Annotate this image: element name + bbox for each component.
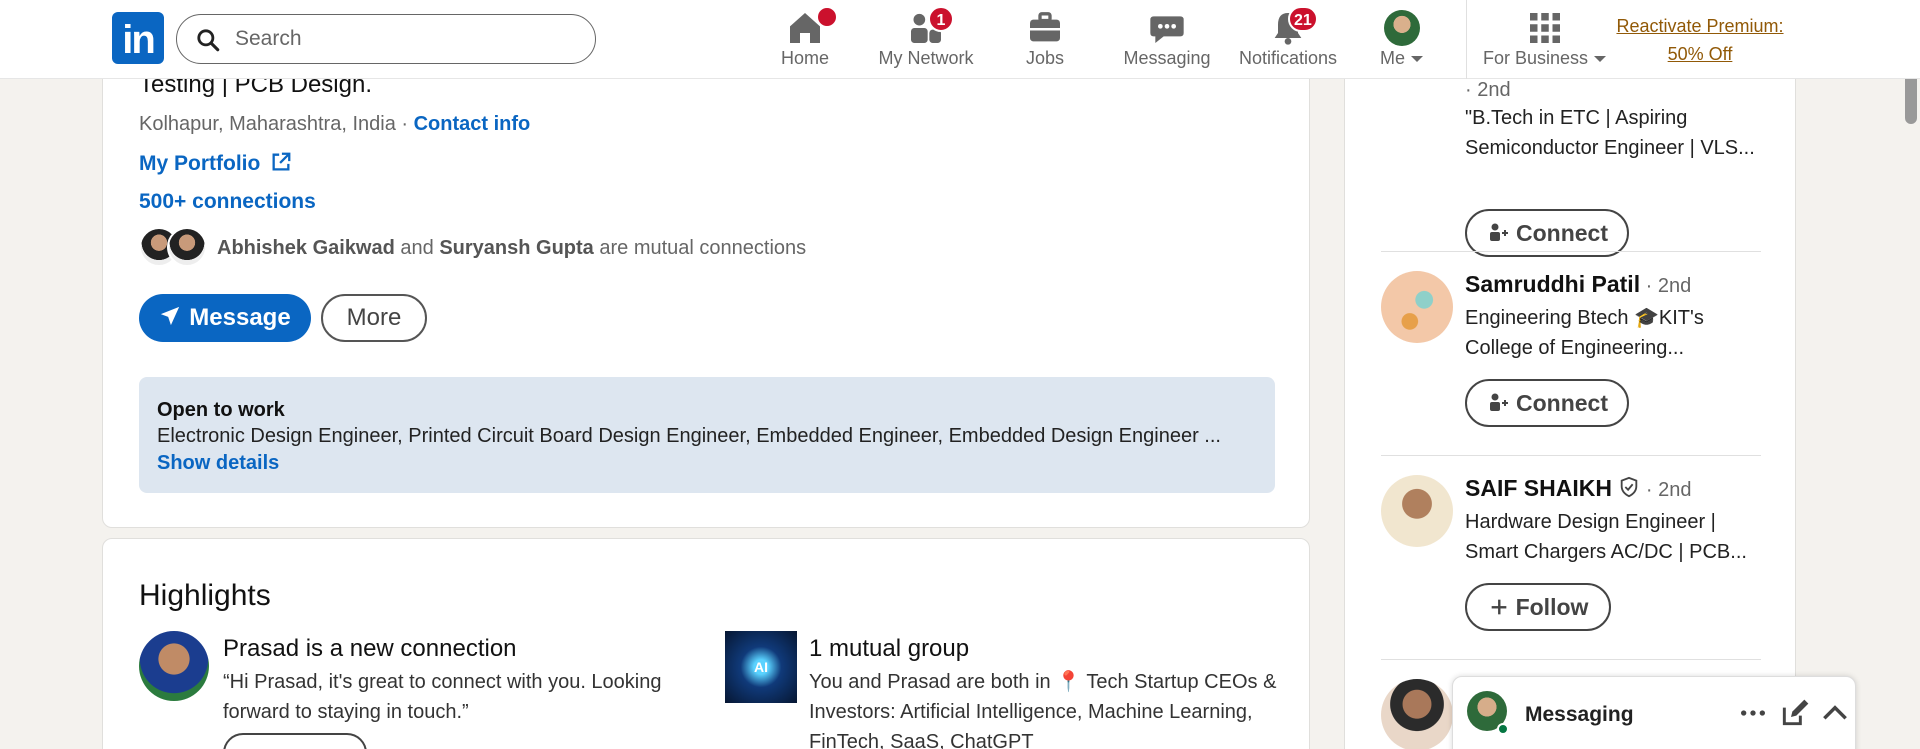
- external-link-icon: [272, 152, 291, 171]
- person-name[interactable]: SAIF SHAIKH · 2nd: [1465, 475, 1692, 502]
- avatar: [1384, 10, 1420, 46]
- online-status-dot: [1497, 723, 1509, 735]
- nav-notifications[interactable]: 21 Notifications: [1232, 6, 1344, 74]
- search-icon: [197, 29, 220, 52]
- highlight-body: You and Prasad are both in 📍 Tech Startu…: [809, 671, 1277, 749]
- briefcase-icon: [1030, 12, 1060, 42]
- highlights-title: Highlights: [139, 579, 271, 612]
- add-person-icon: [1490, 393, 1508, 411]
- grid-apps-icon: [1530, 13, 1560, 43]
- group-thumbnail[interactable]: AI: [725, 631, 797, 703]
- nav-notifications-label: Notifications: [1238, 48, 1338, 68]
- nav-jobs[interactable]: Jobs: [1000, 6, 1090, 74]
- mutual-name-1: Abhishek Gaikwad: [217, 237, 395, 259]
- avatar: [167, 227, 207, 267]
- contact-info-link[interactable]: Contact info: [414, 113, 531, 135]
- person-headline: "B.Tech in ETC | Aspiring Semiconductor …: [1465, 107, 1755, 159]
- connect-button[interactable]: Connect: [1465, 379, 1629, 427]
- add-person-icon: [1490, 223, 1508, 241]
- messaging-popup-label: Messaging: [1525, 703, 1634, 726]
- chevron-down-icon: [1411, 56, 1424, 62]
- highlights-card: Highlights Prasad is a new connection “H…: [102, 538, 1310, 749]
- home-notification-dot: [816, 6, 838, 28]
- nav-my-network-label: My Network: [878, 48, 974, 68]
- list-item: Samruddhi Patil · 2nd Engineering Btech …: [1381, 271, 1761, 451]
- nav-me[interactable]: Me: [1360, 6, 1444, 74]
- premium-line-2: 50% Off: [1667, 44, 1733, 64]
- show-details-link[interactable]: Show details: [157, 452, 279, 475]
- mutual-name-2: Suryansh Gupta: [439, 237, 594, 259]
- chevron-down-icon: [1594, 56, 1607, 62]
- nav-home[interactable]: Home: [760, 6, 850, 74]
- chat-bubble-icon: [1150, 16, 1184, 43]
- profile-location: Kolhapur, Maharashtra, India · Contact i…: [139, 113, 531, 135]
- list-item: · 2nd "B.Tech in ETC | Aspiring Semicond…: [1381, 75, 1761, 257]
- connections-link[interactable]: 500+ connections: [139, 190, 316, 214]
- search-input[interactable]: [235, 23, 575, 55]
- network-badge: 1: [928, 6, 954, 32]
- page-scrollbar[interactable]: [1902, 70, 1920, 749]
- profile-card: Testing | PCB Design. Kolhapur, Maharash…: [102, 40, 1310, 528]
- highlight-heading: 1 mutual group: [809, 635, 970, 662]
- more-options-icon[interactable]: [1737, 697, 1769, 729]
- open-to-work-roles: Electronic Design Engineer, Printed Circ…: [157, 425, 1221, 447]
- verified-shield-icon: [1621, 476, 1638, 498]
- connect-button[interactable]: Connect: [1465, 209, 1629, 257]
- person-headline: Hardware Design Engineer | Smart Charger…: [1465, 511, 1747, 563]
- nav-home-label: Home: [780, 48, 829, 68]
- send-icon: [161, 306, 180, 326]
- highlight-heading: Prasad is a new connection: [223, 635, 517, 662]
- divider: [1381, 251, 1761, 252]
- search-box[interactable]: [176, 14, 596, 64]
- top-nav: in Home 1 My Network Jobs Messaging 21 N…: [0, 0, 1920, 79]
- avatar: [1381, 679, 1453, 749]
- nav-messaging[interactable]: Messaging: [1116, 6, 1218, 74]
- messaging-popup[interactable]: Messaging: [1452, 676, 1856, 749]
- more-button[interactable]: More: [321, 294, 427, 342]
- premium-line-1: Reactivate Premium:: [1616, 16, 1784, 36]
- avatar: [1381, 475, 1453, 547]
- list-item: SAIF SHAIKH · 2nd Hardware Design Engine…: [1381, 475, 1761, 655]
- avatar: [1381, 271, 1453, 343]
- compose-icon[interactable]: [1779, 697, 1811, 729]
- scrollbar-thumb[interactable]: [1905, 72, 1917, 124]
- message-button[interactable]: Message: [139, 294, 311, 342]
- divider: [1381, 455, 1761, 456]
- nav-messaging-label: Messaging: [1123, 48, 1211, 68]
- linkedin-logo-icon[interactable]: in: [112, 12, 164, 64]
- nav-for-business[interactable]: For Business: [1480, 6, 1610, 74]
- divider: [1381, 659, 1761, 660]
- follow-button[interactable]: Follow: [1465, 583, 1611, 631]
- nav-me-label: Me: [1360, 48, 1444, 69]
- people-suggestions-card: · 2nd "B.Tech in ETC | Aspiring Semicond…: [1344, 40, 1796, 749]
- person-name: · 2nd: [1465, 79, 1511, 101]
- highlight-action-button[interactable]: [223, 733, 367, 749]
- avatar: [139, 631, 209, 701]
- highlight-body: “Hi Prasad, it's great to connect with y…: [223, 671, 662, 723]
- nav-for-business-label: For Business: [1480, 48, 1610, 69]
- open-to-work-box: Open to work Electronic Design Engineer,…: [139, 377, 1275, 493]
- person-name[interactable]: Samruddhi Patil · 2nd: [1465, 271, 1691, 298]
- portfolio-link[interactable]: My Portfolio: [139, 151, 292, 176]
- person-headline: Engineering Btech 🎓KIT's College of Engi…: [1465, 307, 1704, 359]
- plus-icon: [1491, 599, 1506, 615]
- chevron-up-icon[interactable]: [1819, 697, 1851, 729]
- nav-my-network[interactable]: 1 My Network: [868, 6, 984, 74]
- notifications-badge: 21: [1288, 6, 1318, 32]
- open-to-work-title: Open to work: [157, 399, 285, 421]
- nav-jobs-label: Jobs: [1025, 48, 1065, 68]
- nav-divider: [1466, 0, 1467, 79]
- reactivate-premium-link[interactable]: Reactivate Premium: 50% Off: [1612, 12, 1788, 68]
